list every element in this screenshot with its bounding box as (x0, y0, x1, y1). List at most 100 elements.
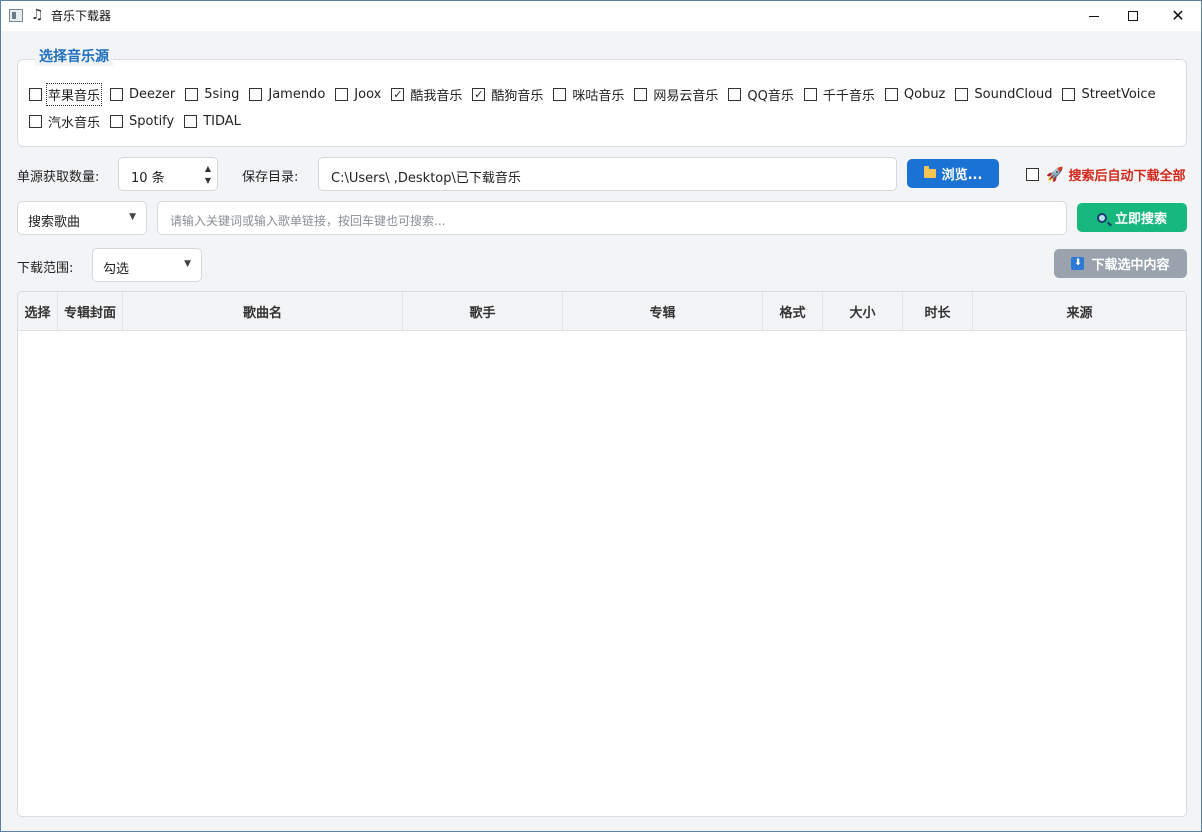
source-label: 酷狗音乐 (491, 88, 544, 104)
close-button[interactable]: ✕ (1155, 1, 1201, 31)
range-select[interactable]: 勾选 ▼ (92, 248, 202, 282)
source-option[interactable]: 汽水音乐 (29, 112, 101, 131)
download-icon: ⬇ (1071, 257, 1085, 270)
maximize-icon (1128, 11, 1138, 21)
source-option[interactable]: 咪咕音乐 (553, 85, 624, 104)
source-checkbox[interactable] (634, 87, 648, 101)
source-label: SoundCloud (974, 86, 1053, 102)
source-option[interactable]: Deezer (110, 85, 175, 103)
source-checkbox[interactable] (955, 87, 969, 101)
column-header[interactable]: 专辑封面 (58, 292, 123, 330)
source-option[interactable]: 千千音乐 (803, 85, 875, 104)
spin-down-icon[interactable]: ▼ (205, 177, 211, 185)
save-dir-input[interactable]: C:\Users\ ,Desktop\已下载音乐 (318, 157, 897, 191)
window-title: 音乐下载器 (51, 9, 112, 23)
source-row-1: 苹果音乐 Deezer 5sing Jamendo Joox ✓ 酷我音乐 ✓ 酷狗音乐 咪咕音乐… (29, 82, 1166, 106)
column-header[interactable]: 时长 (903, 292, 973, 330)
search-input[interactable]: 请输入关键词或输入歌单链接，按回车键也可搜索... (157, 201, 1067, 235)
source-label: 5sing (204, 86, 240, 102)
source-label: Joox (354, 86, 382, 102)
chevron-down-icon: ▼ (129, 212, 136, 222)
source-label: StreetVoice (1081, 86, 1156, 102)
auto-download-checkbox[interactable] (1026, 168, 1039, 181)
search-button-label: 立即搜索 (1114, 212, 1167, 227)
source-label: 网易云音乐 (653, 88, 719, 104)
save-dir-label: 保存目录: (242, 170, 299, 185)
source-checkbox[interactable] (29, 114, 42, 128)
source-label: 酷我音乐 (410, 88, 463, 104)
source-label: QQ音乐 (747, 88, 794, 104)
browse-button[interactable]: 浏览... (907, 159, 999, 188)
source-checkbox[interactable] (728, 87, 742, 101)
source-option[interactable]: Spotify (110, 112, 174, 130)
source-label: TIDAL (203, 113, 241, 129)
column-header[interactable]: 大小 (823, 292, 903, 330)
source-label: Deezer (129, 86, 176, 102)
column-header[interactable]: 专辑 (563, 292, 763, 330)
count-spinbox[interactable]: 10 条 ▲ ▼ (118, 157, 218, 191)
auto-download-label: 搜索后自动下载全部 (1068, 169, 1186, 184)
source-checkbox[interactable] (249, 87, 263, 101)
source-option[interactable]: Jamendo (249, 85, 325, 103)
source-checkbox[interactable] (553, 87, 567, 101)
source-checkbox[interactable]: ✓ (472, 87, 486, 101)
download-selected-label: 下载选中内容 (1091, 258, 1170, 273)
count-value: 10 条 (131, 171, 165, 186)
results-table[interactable]: 选择 专辑封面 歌曲名 歌手 专辑 格式 大小 时长 来源 (17, 291, 1187, 817)
source-checkbox[interactable] (110, 87, 124, 101)
source-option[interactable]: TIDAL (184, 112, 241, 130)
source-label: 千千音乐 (822, 88, 875, 104)
column-header[interactable]: 选择 (18, 292, 58, 330)
source-checkbox[interactable] (29, 87, 42, 101)
search-icon (1096, 212, 1107, 223)
source-checkbox[interactable] (803, 87, 817, 101)
source-checkbox[interactable] (884, 87, 898, 101)
source-checkbox[interactable] (185, 87, 199, 101)
search-button[interactable]: 立即搜索 (1077, 203, 1187, 232)
maximize-button[interactable] (1110, 1, 1156, 31)
source-option[interactable]: ✓ 酷我音乐 (391, 85, 463, 104)
source-option[interactable]: StreetVoice (1062, 85, 1156, 103)
source-option[interactable]: Qobuz (884, 85, 946, 103)
source-option[interactable]: 苹果音乐 (29, 82, 103, 106)
source-option[interactable]: QQ音乐 (728, 85, 794, 104)
download-selected-button[interactable]: ⬇ 下载选中内容 (1054, 249, 1187, 278)
count-label: 单源获取数量: (17, 170, 100, 185)
search-mode-value: 搜索歌曲 (28, 215, 81, 230)
rocket-icon: 🚀 (1046, 166, 1064, 183)
column-header[interactable]: 歌手 (403, 292, 563, 330)
browse-label: 浏览... (941, 168, 983, 183)
source-option[interactable]: SoundCloud (955, 85, 1052, 103)
source-checkbox[interactable] (184, 114, 198, 128)
source-label: Qobuz (903, 86, 946, 102)
source-option[interactable]: Joox (335, 85, 381, 103)
source-checkbox[interactable] (1062, 87, 1076, 101)
close-icon: ✕ (1171, 6, 1185, 25)
music-note-icon: ♫ (31, 7, 44, 23)
folder-icon (923, 166, 936, 178)
auto-download-option[interactable]: 🚀 搜索后自动下载全部 (1026, 165, 1185, 184)
source-label: Spotify (129, 113, 175, 129)
source-checkbox[interactable] (335, 87, 349, 101)
source-row-2: 汽水音乐 Spotify TIDAL (29, 112, 251, 131)
range-value: 勾选 (103, 262, 130, 277)
source-checkbox[interactable] (110, 114, 124, 128)
source-option[interactable]: ✓ 酷狗音乐 (472, 85, 544, 104)
spin-up-icon[interactable]: ▲ (205, 165, 211, 173)
column-header[interactable]: 歌曲名 (123, 292, 403, 330)
source-checkbox[interactable]: ✓ (391, 87, 405, 101)
source-option[interactable]: 网易云音乐 (634, 85, 719, 104)
source-option[interactable]: 5sing (185, 85, 239, 103)
search-mode-select[interactable]: 搜索歌曲 ▼ (17, 201, 147, 235)
chevron-down-icon: ▼ (184, 259, 191, 269)
title-bar: ♫ 音乐下载器 ✕ (1, 1, 1201, 31)
minimize-icon (1089, 15, 1099, 17)
column-header[interactable]: 来源 (973, 292, 1186, 330)
source-group-title: 选择音乐源 (35, 48, 113, 66)
app-window-icon (9, 9, 23, 22)
range-label: 下载范围: (17, 261, 74, 276)
table-header: 选择 专辑封面 歌曲名 歌手 专辑 格式 大小 时长 来源 (18, 292, 1186, 331)
source-label: Jamendo (268, 86, 326, 102)
source-label: 汽水音乐 (48, 115, 101, 131)
column-header[interactable]: 格式 (763, 292, 823, 330)
